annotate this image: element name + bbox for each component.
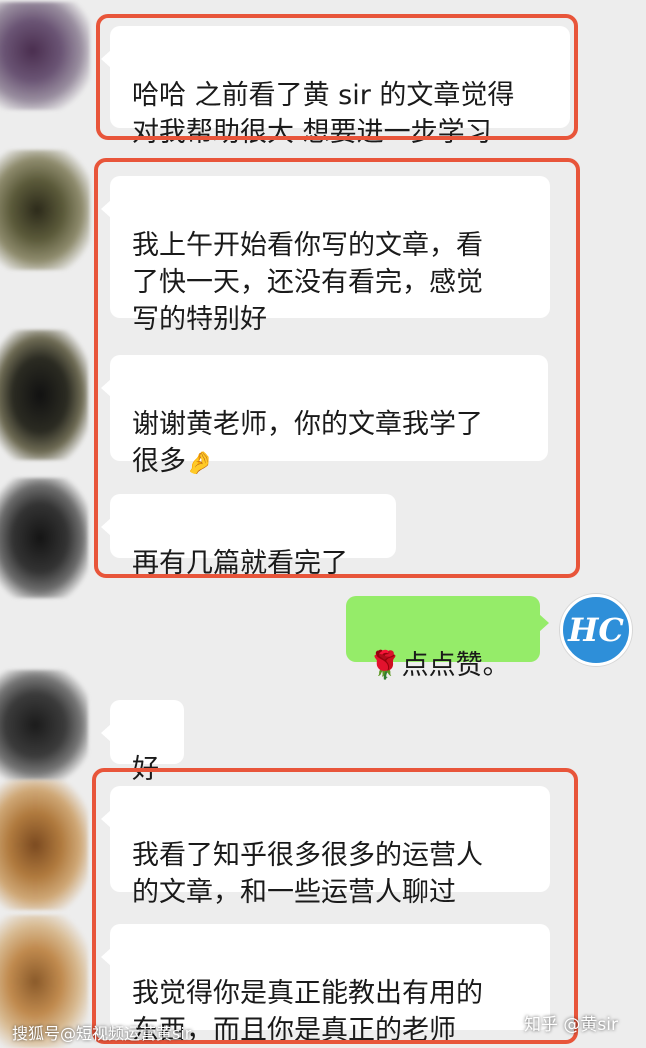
contact-avatar[interactable] — [0, 670, 88, 780]
watermark-left: 搜狐号@短视频运营黄sir — [12, 1024, 192, 1043]
message-bubble[interactable]: 再有几篇就看完了 — [101, 494, 396, 579]
outgoing-message-bubble[interactable]: 🌹点点赞。 — [346, 596, 549, 681]
rose-emoji-icon: 🌹 — [368, 650, 402, 681]
contact-avatar[interactable] — [0, 150, 90, 270]
message-bubble[interactable]: 我看了知乎很多很多的运营人 的文章，和一些运营人聊过 — [101, 786, 550, 908]
message-text: 我看了知乎很多很多的运营人 的文章，和一些运营人聊过 — [132, 840, 483, 908]
contact-avatar[interactable] — [0, 780, 88, 910]
contact-avatar[interactable] — [0, 330, 88, 460]
message-text: 我上午开始看你写的文章，看 了快一天，还没有看完，感觉 写的特别好 — [132, 230, 483, 335]
self-avatar[interactable]: HC — [560, 594, 632, 666]
message-bubble[interactable]: 我上午开始看你写的文章，看 了快一天，还没有看完，感觉 写的特别好 — [101, 176, 550, 335]
message-text: 再有几篇就看完了 — [132, 548, 348, 579]
pinched-fingers-emoji-icon: 🤌 — [186, 451, 214, 476]
message-bubble[interactable]: 我觉得你是真正能教出有用的 东西，而且你是真正的老师 — [101, 924, 550, 1046]
message-bubble[interactable]: 哈哈 之前看了黄 sir 的文章觉得 对我帮助很大 想要进一步学习 — [101, 26, 570, 148]
message-bubble[interactable]: 谢谢黄老师，你的文章我学了 很多🤌 — [101, 355, 548, 477]
contact-avatar[interactable] — [0, 478, 88, 598]
message-bubble[interactable]: 好 — [101, 700, 184, 785]
self-avatar-initials: HC — [568, 611, 624, 649]
contact-avatar[interactable] — [0, 2, 90, 110]
watermark-right: 知乎 @黄sir — [524, 1015, 618, 1035]
message-text: 好 — [132, 754, 159, 785]
message-text: 点点赞。 — [401, 650, 510, 681]
message-text: 哈哈 之前看了黄 sir 的文章觉得 对我帮助很大 想要进一步学习 — [132, 80, 515, 148]
message-text: 谢谢黄老师，你的文章我学了 很多 — [132, 409, 483, 477]
